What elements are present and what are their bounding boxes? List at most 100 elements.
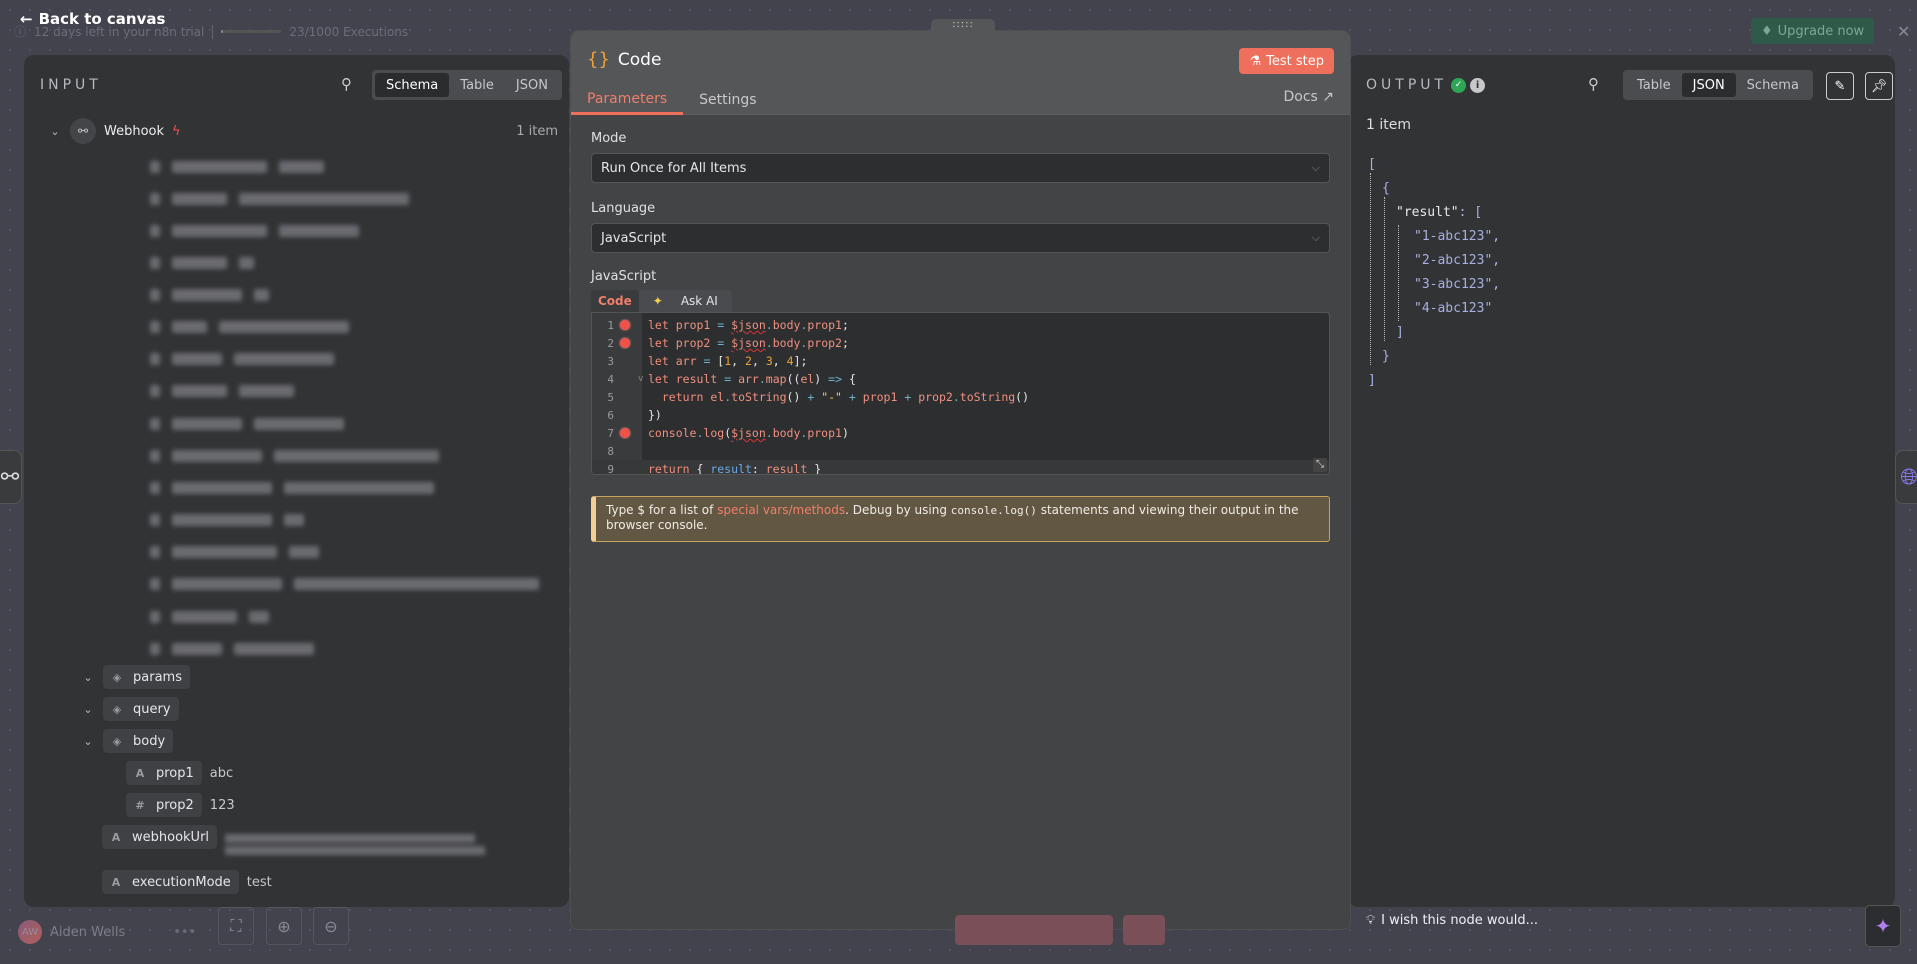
fit-view-button[interactable]: ⛶ [218, 907, 254, 945]
tab-parameters[interactable]: Parameters [571, 85, 684, 115]
redacted-row [150, 447, 439, 465]
search-icon[interactable]: ⚲ [1588, 75, 1599, 93]
mode-value: Run Once for All Items [601, 160, 747, 176]
chevron-down-icon[interactable]: ⌄ [81, 735, 95, 748]
output-tab-schema[interactable]: Schema [1736, 73, 1810, 97]
special-vars-link[interactable]: special vars/methods [717, 503, 845, 517]
code-text: console.log($json.body.prop1) [648, 426, 849, 440]
field-key: executionMode [132, 874, 231, 890]
ask-ai-tab[interactable]: ✦ Ask AI [638, 290, 732, 312]
tab-settings[interactable]: Settings [683, 85, 772, 115]
webhook-node-button[interactable]: ⚯ [0, 450, 22, 504]
user-menu[interactable]: AW Aiden Wells ••• [18, 920, 196, 944]
code-line: 8 [607, 444, 614, 458]
pin-icon: 📌︎ [1870, 78, 1888, 94]
tree-item-prop1[interactable]: Aprop1 abc [126, 760, 233, 786]
zoom-in-button[interactable]: ⊕ [266, 907, 302, 945]
tree-item-params[interactable]: ⌄ ◈ params [81, 664, 190, 690]
search-icon[interactable]: ⚲ [341, 75, 352, 93]
upgrade-label: Upgrade now [1777, 23, 1865, 39]
output-tab-table[interactable]: Table [1626, 73, 1682, 97]
node-settings-modal: ::::: {} Code ⚗ Test step Parameters Set… [570, 19, 1351, 930]
input-tab-table[interactable]: Table [449, 73, 505, 97]
language-select[interactable]: JavaScript ⌵ [591, 223, 1330, 253]
delete-button [1123, 915, 1165, 945]
webhook-node-row[interactable]: ⌄ ⚯ Webhook ϟ 1 item [48, 118, 558, 144]
redacted-row [150, 543, 319, 561]
redacted-row [150, 158, 324, 176]
chevron-down-icon: ⌵ [1311, 161, 1320, 174]
code-tab[interactable]: Code [591, 290, 639, 312]
more-icon[interactable]: ••• [173, 925, 196, 940]
tree-item-query[interactable]: ⌄ ◈ query [81, 696, 179, 722]
pin-button[interactable]: 📌︎ [1865, 72, 1893, 100]
executions-progress [221, 30, 282, 33]
cube-icon: ◈ [112, 702, 122, 716]
redacted-row [150, 318, 349, 336]
fold-icon[interactable]: v [638, 374, 643, 384]
chevron-down-icon[interactable]: ⌄ [81, 671, 95, 684]
code-line: 2 let prop2 = $json.body.prop2; [607, 336, 849, 350]
chevron-down-icon: ⌵ [1311, 231, 1320, 244]
upgrade-button[interactable]: ♦ Upgrade now [1751, 18, 1875, 44]
input-panel: INPUT ⚲ Schema Table JSON ⌄ ⚯ Webhook ϟ … [24, 55, 589, 907]
field-value: test [246, 874, 272, 890]
flask-icon: ⚗ [1249, 53, 1262, 69]
code-text: let arr = [1, 2, 3, 4]; [648, 354, 808, 368]
breakpoint-icon[interactable] [620, 320, 630, 330]
back-label: Back to canvas [38, 10, 166, 28]
test-step-button[interactable]: ⚗ Test step [1239, 48, 1334, 74]
output-tab-json[interactable]: JSON [1681, 73, 1736, 97]
cube-icon: ◈ [112, 734, 122, 748]
redacted-row [150, 640, 314, 658]
json-key-row: "result": [ [1396, 205, 1483, 220]
code-line: 1 let prop1 = $json.body.prop1; [607, 318, 849, 332]
number-type-icon: # [135, 798, 145, 812]
code-line: 7 console.log($json.body.prop1) [607, 426, 849, 440]
http-node-button[interactable]: 🌐︎ [1895, 450, 1917, 504]
redacted-value [225, 833, 486, 855]
drag-handle[interactable]: ::::: [931, 19, 995, 35]
input-tab-schema[interactable]: Schema [375, 73, 450, 97]
tree-item-body[interactable]: ⌄ ◈ body [81, 728, 174, 754]
breakpoint-icon[interactable] [620, 428, 630, 438]
code-line: 5 return el.toString() + "-" + prop1 + p… [607, 390, 1030, 404]
executions-text: 23/1000 Executions [289, 24, 409, 39]
field-key: params [133, 669, 182, 685]
edit-button[interactable]: ✎ [1826, 72, 1854, 100]
chevron-down-icon[interactable]: ⌄ [81, 703, 95, 716]
language-label: Language [591, 201, 656, 216]
string-type-icon: A [111, 875, 121, 889]
string-type-icon: A [111, 830, 121, 844]
close-icon[interactable]: ✕ [1897, 22, 1910, 41]
tree-item-executionmode[interactable]: AexecutionMode test [102, 869, 272, 895]
test-step-label: Test step [1266, 53, 1324, 69]
node-title-text[interactable]: Code [618, 50, 662, 70]
chevron-down-icon[interactable]: ⌄ [48, 125, 62, 138]
ai-assistant-button[interactable]: ✦ [1865, 905, 1901, 947]
zoom-out-button[interactable]: ⊖ [313, 907, 349, 945]
code-editor[interactable]: 1 let prop1 = $json.body.prop1; 2 let pr… [591, 312, 1330, 475]
redacted-row [150, 415, 344, 433]
mode-select[interactable]: Run Once for All Items ⌵ [591, 153, 1330, 183]
docs-link[interactable]: Docs ↗ [1283, 89, 1334, 105]
breakpoint-icon[interactable] [620, 338, 630, 348]
output-view-toggle: Table JSON Schema [1623, 70, 1813, 100]
output-panel: OUTPUT ✓ i ⚲ Table JSON Schema ✎ 📌︎ 1 it… [1348, 55, 1895, 907]
zoom-in-icon: ⊕ [277, 916, 291, 936]
globe-icon: 🌐︎ [1900, 464, 1917, 490]
expand-editor-icon[interactable]: ⤡ [1313, 458, 1327, 472]
user-name: Aiden Wells [50, 924, 126, 940]
json-brace: { [1382, 181, 1390, 196]
tree-item-prop2[interactable]: # prop2 123 [126, 792, 235, 818]
diamond-icon: ♦ [1761, 23, 1773, 39]
back-to-canvas-button[interactable]: ← Back to canvas [20, 10, 165, 28]
feedback-prompt[interactable]: 💡︎ I wish this node would... [1366, 913, 1538, 928]
field-key: query [133, 701, 171, 717]
info-icon[interactable]: i [1470, 77, 1486, 93]
input-tab-json[interactable]: JSON [505, 73, 559, 97]
redacted-row [150, 575, 539, 593]
tree-item-webhookurl[interactable]: AwebhookUrl [102, 824, 486, 855]
redacted-row [150, 350, 334, 368]
field-key: prop2 [156, 797, 194, 813]
